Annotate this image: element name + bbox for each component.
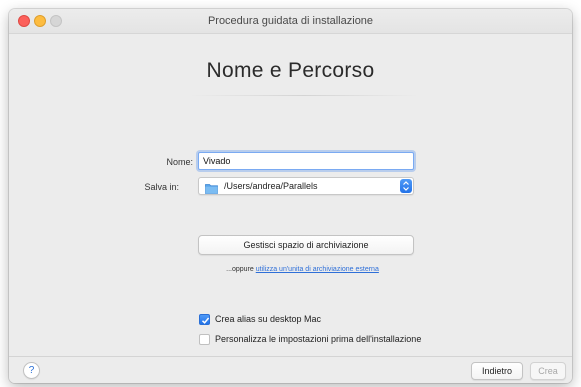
create-button[interactable]: Crea	[530, 362, 566, 380]
customize-settings-label: Personalizza le impostazioni prima dell'…	[215, 334, 422, 344]
chevron-updown-icon[interactable]	[400, 179, 412, 193]
help-icon[interactable]: ?	[23, 362, 40, 379]
save-path-value: /Users/andrea/Parallels	[224, 181, 318, 191]
window-title: Procedura guidata di installazione	[207, 15, 374, 27]
save-in-label: Salva in:	[144, 182, 179, 192]
heading-divider	[189, 95, 419, 96]
installer-window: Procedura guidata di installazione Nome …	[9, 9, 572, 383]
title-bar: Procedura guidata di installazione	[9, 9, 572, 34]
folder-icon	[205, 181, 218, 194]
create-alias-checkbox[interactable]	[199, 314, 210, 325]
save-location-select[interactable]: /Users/andrea/Parallels	[198, 177, 414, 195]
name-label: Nome:	[166, 157, 193, 167]
external-storage-link[interactable]: utilizza un'unita di archiviazione ester…	[256, 266, 379, 273]
alt-prefix: ...oppure	[226, 266, 256, 273]
footer-bar: ? Indietro Crea	[9, 356, 572, 383]
checkmark-icon	[201, 317, 210, 324]
name-input[interactable]: Vivado	[198, 152, 414, 170]
back-button[interactable]: Indietro	[471, 362, 523, 380]
manage-storage-button[interactable]: Gestisci spazio di archiviazione	[198, 235, 414, 255]
page-title: Nome e Percorso	[206, 59, 375, 82]
external-storage-line: ...oppure utilizza un'unita di archiviaz…	[9, 266, 572, 273]
create-alias-label: Crea alias su desktop Mac	[215, 314, 322, 324]
customize-settings-checkbox[interactable]	[199, 334, 210, 345]
